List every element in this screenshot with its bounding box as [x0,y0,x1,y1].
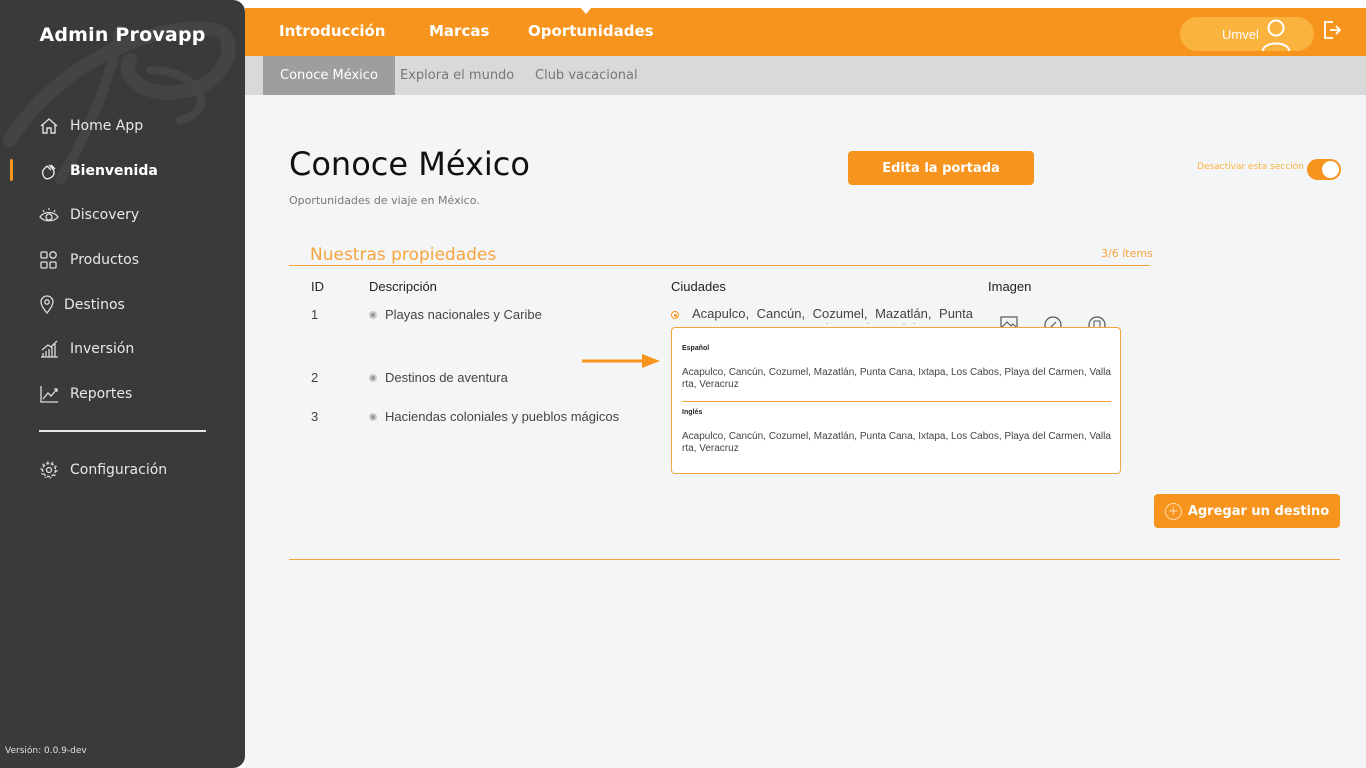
row-description-text: Haciendas coloniales y pueblos mágicos [385,409,620,424]
sidebar-divider [39,430,206,432]
sidebar-item-productos[interactable]: Productos [0,238,245,283]
active-tab-indicator [580,7,592,14]
column-header-image: Imagen [988,279,1032,294]
row-id: 1 [311,307,319,322]
section-divider [289,265,1150,266]
sidebar-item-label: Discovery [70,207,140,224]
bar-chart-icon [38,338,60,360]
subtab-conoce-mexico[interactable]: Conoce México [263,56,395,95]
row-description-text: Playas nacionales y Caribe [385,307,542,322]
page-title: Conoce México [289,145,530,183]
plus-circle-icon: + [1164,502,1182,520]
bullet-icon [369,412,377,421]
sidebar-item-label: Home App [70,118,144,135]
sidebar-item-label: Configuración [70,462,168,479]
sidebar: Admin Provapp Home App Bienvenida Discov… [0,0,245,768]
row-description: Playas nacionales y Caribe [369,307,542,322]
top-nav: Introducción Marcas Oportunidades Umvel [245,7,1366,56]
spanish-label: Español [682,345,710,352]
column-header-id: ID [311,279,324,294]
row-description: Destinos de aventura [369,370,508,385]
gear-icon [38,459,60,481]
column-header-description: Descripción [369,279,437,294]
sidebar-item-discovery[interactable]: Discovery [0,193,245,238]
item-count: 3/6 ítems [1101,247,1153,260]
tab-introduccion[interactable]: Introducción [279,22,385,40]
user-avatar-icon [1260,17,1292,54]
sidebar-item-configuracion[interactable]: Configuración [0,448,245,493]
sidebar-item-destinos[interactable]: Destinos [0,282,245,327]
section-toggle[interactable] [1307,159,1341,180]
sidebar-item-label: Reportes [70,385,133,402]
row-description: Haciendas coloniales y pueblos mágicos [369,409,619,424]
page-subtitle: Oportunidades de viaje en México. [289,194,480,207]
version-label: Versión: 0.0.9-dev [5,746,87,756]
cities-tooltip: Español Acapulco, Cancún, Cozumel, Mazat… [671,327,1121,474]
user-name: Umvel [1222,26,1259,42]
sidebar-item-inversion[interactable]: Inversión [0,327,245,372]
sidebar-item-bienvenida[interactable]: Bienvenida [0,149,245,194]
subtab-explora-el-mundo[interactable]: Explora el mundo [400,56,514,95]
row-id: 3 [311,409,319,424]
english-label: Inglés [682,409,703,416]
logout-icon[interactable] [1322,20,1342,45]
tab-oportunidades[interactable]: Oportunidades [528,22,654,40]
column-header-cities: Ciudades [671,279,726,294]
main-content: Conoce México Oportunidades de viaje en … [245,95,1366,768]
add-destination-button[interactable]: + Agregar un destino [1154,494,1340,528]
row-cities[interactable]: Acapulco, Cancún, Cozumel, Mazatlán, Pun… [671,306,973,324]
row-id: 2 [311,370,319,385]
app-title: Admin Provapp [39,24,206,46]
home-icon [38,115,60,137]
annotation-arrow-icon [582,354,660,368]
toggle-label: Desactivar esta sección [1197,162,1305,172]
user-menu[interactable]: Umvel [1180,17,1314,54]
spanish-cities: Acapulco, Cancún, Cozumel, Mazatlán, Pun… [682,367,1111,390]
bullet-icon [369,373,377,382]
row-description-text: Destinos de aventura [385,370,508,385]
tab-marcas[interactable]: Marcas [429,22,489,40]
section-title: Nuestras propiedades [310,245,497,265]
sidebar-item-label: Inversión [70,341,135,358]
sidebar-item-label: Destinos [64,296,125,313]
english-cities: Acapulco, Cancún, Cozumel, Mazatlán, Pun… [682,431,1111,454]
sidebar-item-home-app[interactable]: Home App [0,104,245,149]
line-chart-icon [38,383,60,405]
popup-divider [682,401,1111,402]
eye-icon [38,204,60,226]
sidebar-item-label: Productos [70,252,140,269]
sidebar-nav: Home App Bienvenida Discovery Productos … [0,104,245,416]
sidebar-item-reportes[interactable]: Reportes [0,372,245,417]
bullet-icon [369,310,377,319]
subtab-club-vacacional[interactable]: Club vacacional [535,56,638,95]
grid-icon [38,249,60,271]
location-pin-icon [38,294,56,316]
bottom-divider [289,559,1340,560]
add-destination-label: Agregar un destino [1187,503,1330,519]
wave-hand-icon [38,160,60,182]
sub-nav: Conoce México Explora el mundo Club vaca… [245,56,1366,95]
edit-cover-button[interactable]: Edita la portada [848,151,1034,185]
sidebar-item-label: Bienvenida [70,162,158,179]
